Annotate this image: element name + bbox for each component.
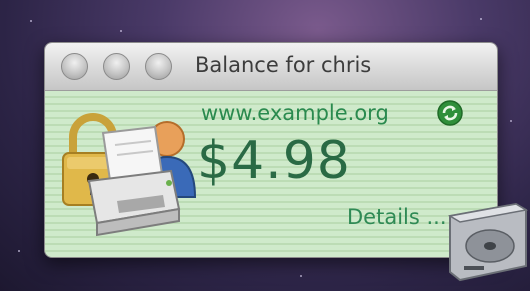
close-button-icon[interactable]: [61, 53, 88, 80]
window-title: Balance for chris: [195, 53, 372, 77]
minimize-button-icon[interactable]: [103, 53, 130, 80]
details-link[interactable]: Details ...: [347, 205, 447, 229]
star: [480, 18, 482, 20]
site-url-label: www.example.org: [201, 101, 389, 125]
hard-drive-icon[interactable]: [446, 196, 530, 284]
star: [510, 120, 512, 122]
balance-panel: www.example.org $4.98 Details ...: [45, 91, 497, 257]
title-bar[interactable]: Balance for chris: [45, 43, 497, 91]
balance-window: Balance for chris www.example.org $4.98 …: [44, 42, 498, 258]
balance-amount: $4.98: [197, 131, 351, 191]
star: [120, 30, 122, 32]
star: [300, 275, 302, 277]
lock-printer-user-icon: [62, 113, 197, 237]
star: [30, 20, 32, 22]
refresh-icon[interactable]: [437, 100, 463, 126]
zoom-button-icon[interactable]: [145, 53, 172, 80]
star: [18, 250, 20, 252]
